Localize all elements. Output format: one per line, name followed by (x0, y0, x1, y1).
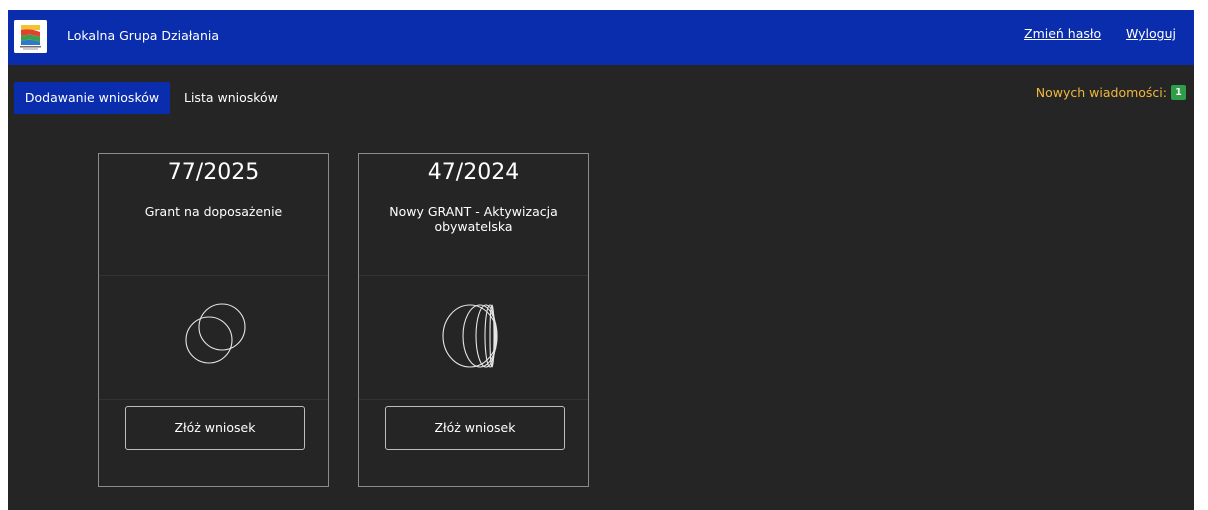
call-number: 77/2025 (167, 160, 260, 185)
card-divider (359, 275, 588, 276)
two-circles-icon (99, 284, 328, 384)
call-name: Nowy GRANT - Aktywizacja obywatelska (389, 204, 558, 234)
app-window: Lokalna Grupa Działania Zmień hasło Wylo… (8, 10, 1194, 510)
card-divider (359, 399, 588, 400)
call-card: 77/2025 Grant na doposażenie Złóż wniose… (98, 153, 329, 487)
tab-application-list[interactable]: Lista wniosków (184, 82, 278, 114)
change-password-link[interactable]: Zmień hasło (1024, 26, 1101, 41)
submit-application-button[interactable]: Złóż wniosek (125, 406, 305, 450)
call-name: Grant na doposażenie (144, 204, 283, 219)
card-divider (99, 399, 328, 400)
top-bar: Lokalna Grupa Działania Zmień hasło Wylo… (8, 10, 1194, 65)
submit-application-button[interactable]: Złóż wniosek (385, 406, 565, 450)
new-messages-label: Nowych wiadomości: (1035, 84, 1167, 100)
tab-add-applications[interactable]: Dodawanie wniosków (14, 82, 170, 114)
logout-link[interactable]: Wyloguj (1126, 26, 1176, 41)
new-messages-count-badge: 1 (1171, 84, 1186, 100)
lgd-logo-icon[interactable] (14, 20, 47, 53)
call-card: 47/2024 Nowy GRANT - Aktywizacja obywate… (358, 153, 589, 487)
overlapping-ellipses-icon (359, 284, 588, 384)
new-messages-indicator[interactable]: Nowych wiadomości: 1 (1036, 84, 1186, 100)
app-title: Lokalna Grupa Działania (67, 28, 220, 43)
card-divider (99, 275, 328, 276)
call-number: 47/2024 (427, 160, 520, 185)
